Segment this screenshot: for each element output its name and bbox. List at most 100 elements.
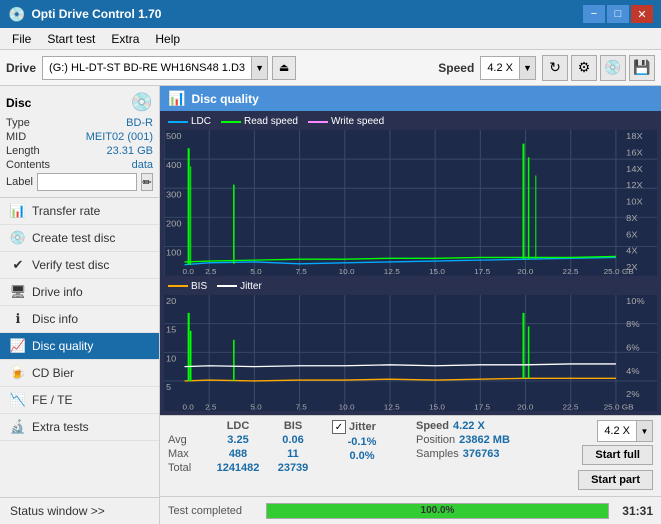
sidebar-item-disc-info[interactable]: ℹ Disc info — [0, 306, 159, 333]
sidebar-item-drive-info[interactable]: 🖥 Drive info — [0, 279, 159, 306]
write-label: Write speed — [331, 116, 384, 127]
svg-text:0.0: 0.0 — [182, 267, 193, 275]
start-full-button[interactable]: Start full — [582, 445, 653, 465]
close-button[interactable]: ✕ — [631, 5, 653, 23]
app-title: Opti Drive Control 1.70 — [31, 7, 161, 21]
drive-dropdown-arrow[interactable]: ▼ — [251, 57, 267, 79]
svg-text:5.0: 5.0 — [250, 403, 261, 411]
minimize-button[interactable]: − — [583, 5, 605, 23]
save-icon[interactable]: 💾 — [629, 55, 655, 81]
label-edit-button[interactable]: ✏ — [141, 173, 153, 191]
sidebar-item-cd-bier[interactable]: 🍺 CD Bier — [0, 360, 159, 387]
position-value: 23862 MB — [459, 434, 510, 446]
svg-text:20.0: 20.0 — [517, 267, 533, 275]
stats-bar: LDC BIS Avg 3.25 0.06 Max 488 11 Total 1… — [160, 415, 661, 496]
jitter-header-row: ✓ Jitter — [332, 420, 412, 434]
write-color — [308, 121, 328, 123]
menu-extra[interactable]: Extra — [103, 30, 147, 48]
nav-label-verify-test-disc: Verify test disc — [32, 258, 109, 272]
speed-select[interactable]: 4.2 X ▼ — [597, 420, 653, 442]
svg-text:7.5: 7.5 — [295, 403, 306, 411]
title-bar-left: 💿 Opti Drive Control 1.70 — [8, 6, 161, 23]
svg-text:7.5: 7.5 — [295, 267, 306, 275]
speed-dropdown[interactable]: 4.2 X ▼ — [480, 56, 536, 80]
bis-header: BIS — [268, 420, 318, 432]
start-part-button[interactable]: Start part — [578, 470, 653, 490]
drive-dropdown[interactable]: (G:) HL-DT-ST BD-RE WH16NS48 1.D3 ▼ — [42, 56, 268, 80]
disc-icon[interactable]: 💿 — [600, 55, 626, 81]
sidebar-item-disc-quality[interactable]: 📈 Disc quality — [0, 333, 159, 360]
bis-label: BIS — [191, 281, 207, 292]
disc-type-row: Type BD-R — [6, 117, 153, 129]
settings-icon[interactable]: ⚙ — [571, 55, 597, 81]
sidebar-nav: 📊 Transfer rate 💿 Create test disc ✔ Ver… — [0, 198, 159, 497]
menu-help[interactable]: Help — [147, 30, 188, 48]
eject-button[interactable]: ⏏ — [272, 56, 296, 80]
disc-contents-row: Contents data — [6, 159, 153, 171]
sidebar-item-transfer-rate[interactable]: 📊 Transfer rate — [0, 198, 159, 225]
menu-start-test[interactable]: Start test — [39, 30, 103, 48]
svg-text:10.0: 10.0 — [339, 403, 355, 411]
total-ldc: 1241482 — [208, 462, 268, 474]
svg-text:12X: 12X — [626, 181, 643, 190]
refresh-icon[interactable]: ↻ — [542, 55, 568, 81]
speed-select-arrow[interactable]: ▼ — [636, 421, 652, 441]
jitter-color — [217, 285, 237, 287]
position-row: Position 23862 MB — [416, 434, 526, 446]
jitter-avg-row: -0.1% — [332, 436, 412, 448]
total-bis: 23739 — [268, 462, 318, 474]
drive-select-area: (G:) HL-DT-ST BD-RE WH16NS48 1.D3 ▼ ⏏ — [42, 56, 432, 80]
legend-ldc: LDC — [168, 116, 211, 127]
sidebar-item-create-test-disc[interactable]: 💿 Create test disc — [0, 225, 159, 252]
total-row: Total 1241482 23739 — [168, 462, 328, 474]
progress-bar: 100.0% — [266, 503, 609, 519]
jitter-stats: ✓ Jitter -0.1% 0.0% — [332, 420, 412, 462]
spacer — [168, 420, 208, 432]
disc-header: Disc 💿 — [6, 92, 153, 113]
sidebar-item-extra-tests[interactable]: 🔬 Extra tests — [0, 414, 159, 441]
disc-section: Disc 💿 Type BD-R MID MEIT02 (001) Length… — [0, 86, 159, 198]
bottom-chart: 20 15 10 5 10% 8% 6% 4% 2% — [164, 295, 657, 411]
speed-current: 4.22 X — [453, 420, 485, 432]
svg-text:15.0: 15.0 — [429, 267, 445, 275]
avg-ldc: 3.25 — [208, 434, 268, 446]
sidebar: Disc 💿 Type BD-R MID MEIT02 (001) Length… — [0, 86, 160, 524]
jitter-header: Jitter — [349, 421, 376, 433]
speed-label: Speed — [438, 61, 474, 75]
legend-jitter: Jitter — [217, 281, 262, 292]
sidebar-item-fe-te[interactable]: 📉 FE / TE — [0, 387, 159, 414]
top-chart-legend: LDC Read speed Write speed — [164, 115, 657, 128]
svg-text:2.5: 2.5 — [205, 267, 216, 275]
status-window-label: Status window >> — [10, 504, 105, 518]
mid-label: MID — [6, 131, 26, 143]
label-input[interactable] — [37, 173, 137, 191]
nav-label-transfer-rate: Transfer rate — [32, 204, 100, 218]
position-label: Position — [416, 434, 455, 446]
svg-text:8%: 8% — [626, 319, 640, 328]
create-test-disc-icon: 💿 — [10, 230, 26, 246]
svg-text:10%: 10% — [626, 296, 645, 305]
cd-bier-icon: 🍺 — [10, 365, 26, 381]
type-value: BD-R — [126, 117, 153, 129]
time-display: 31:31 — [617, 504, 653, 518]
ldc-label: LDC — [191, 116, 211, 127]
bottom-chart-legend: BIS Jitter — [164, 280, 657, 293]
legend-bis: BIS — [168, 281, 207, 292]
status-window-button[interactable]: Status window >> — [0, 498, 159, 524]
main-layout: Disc 💿 Type BD-R MID MEIT02 (001) Length… — [0, 86, 661, 524]
max-label: Max — [168, 448, 208, 460]
jitter-checkbox[interactable]: ✓ — [332, 420, 346, 434]
top-chart-svg: 500 400 300 200 100 18X 16X 14X 12X 10X … — [164, 130, 657, 276]
disc-quality-icon: 📈 — [10, 338, 26, 354]
speed-select-value: 4.2 X — [598, 425, 636, 437]
menu-file[interactable]: File — [4, 30, 39, 48]
disc-length-row: Length 23.31 GB — [6, 145, 153, 157]
svg-text:20: 20 — [166, 296, 176, 305]
speed-header-row: Speed 4.22 X — [416, 420, 526, 432]
maximize-button[interactable]: □ — [607, 5, 629, 23]
nav-label-fe-te: FE / TE — [32, 393, 72, 407]
svg-text:10: 10 — [166, 353, 176, 362]
read-label: Read speed — [244, 116, 298, 127]
sidebar-item-verify-test-disc[interactable]: ✔ Verify test disc — [0, 252, 159, 279]
speed-dropdown-arrow[interactable]: ▼ — [519, 57, 535, 79]
